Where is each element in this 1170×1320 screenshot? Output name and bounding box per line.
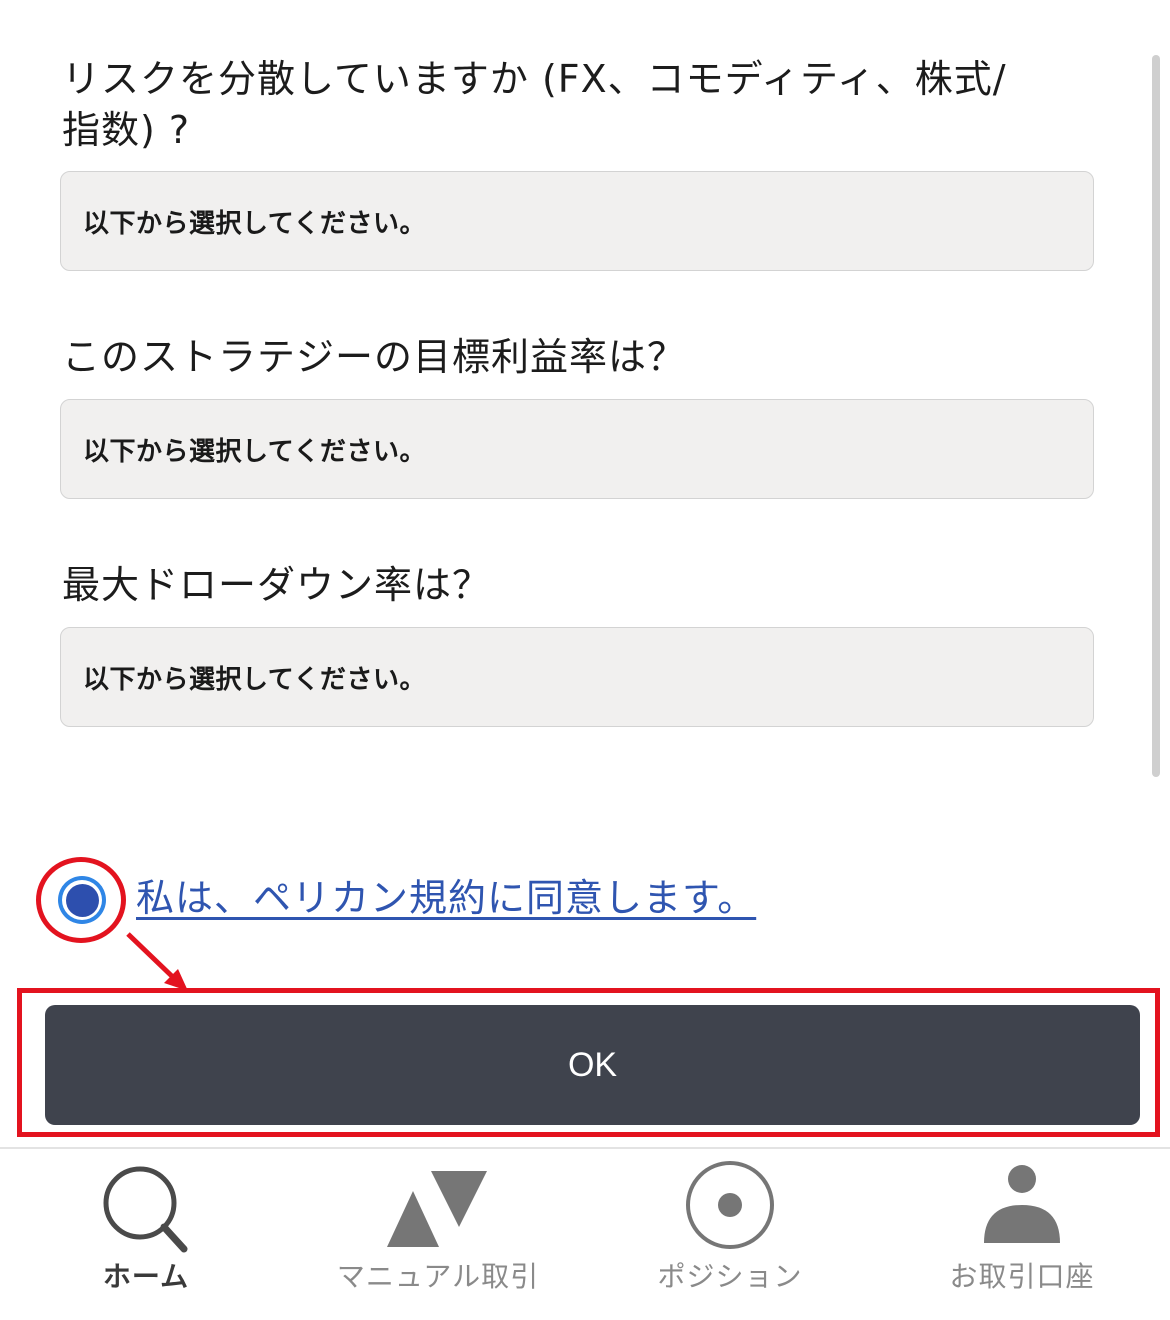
max-drawdown-select-placeholder: 以下から選択してください。	[83, 664, 426, 695]
target-profit-select-placeholder: 以下から選択してください。	[83, 436, 426, 467]
search-icon	[103, 1166, 188, 1253]
tab-manual-trade[interactable]: マニュアル取引	[292, 1149, 584, 1319]
screen: リスクを分散していますか (FX、コモディティ、株式/指数) ? 以下から選択し…	[0, 0, 1170, 1320]
target-profit-select[interactable]: 以下から選択してください。	[60, 399, 1094, 499]
tab-positions-label: ポジション	[657, 1260, 803, 1293]
max-drawdown-select[interactable]: 以下から選択してください。	[60, 627, 1094, 727]
ok-button[interactable]: OK	[45, 1005, 1140, 1125]
bottom-tab-bar: ホーム マニュアル取引 ポジション お取引口座	[0, 1147, 1170, 1320]
up-down-triangles-icon	[387, 1171, 487, 1247]
question-target-profit-label: このストラテジーの目標利益率は？	[62, 335, 687, 379]
target-circle-icon	[686, 1161, 774, 1249]
person-icon	[984, 1165, 1060, 1243]
tab-home-label: ホーム	[102, 1260, 190, 1293]
radio-highlight-circle	[36, 857, 126, 943]
terms-agreement-link[interactable]: 私は、ペリカン規約に同意します。	[136, 872, 756, 924]
tab-home[interactable]: ホーム	[0, 1149, 292, 1319]
scrollbar[interactable]	[1152, 55, 1160, 777]
tab-account[interactable]: お取引口座	[876, 1149, 1168, 1319]
diversification-select-placeholder: 以下から選択してください。	[83, 208, 426, 239]
question-max-drawdown-label: 最大ドローダウン率は？	[62, 563, 492, 607]
question-diversification-label: リスクを分散していますか (FX、コモディティ、株式/指数) ?	[62, 57, 1007, 152]
tab-positions[interactable]: ポジション	[584, 1149, 876, 1319]
diversification-select[interactable]: 以下から選択してください。	[60, 171, 1094, 271]
tab-account-label: お取引口座	[949, 1260, 1095, 1293]
tab-manual-trade-label: マニュアル取引	[336, 1260, 540, 1293]
